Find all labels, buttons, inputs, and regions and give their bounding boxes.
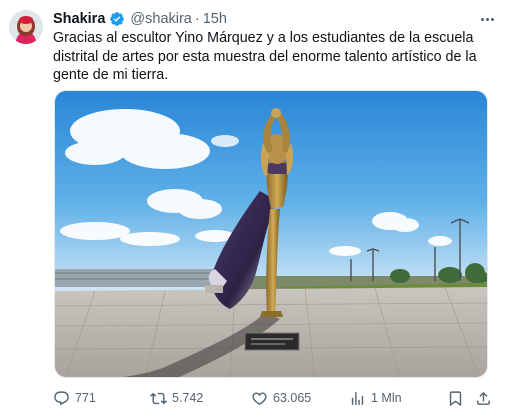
separator-dot: · (194, 11, 200, 27)
timestamp[interactable]: 15h (203, 11, 227, 27)
statue-photo (55, 91, 487, 377)
avatar-image (9, 10, 43, 44)
more-icon[interactable] (476, 9, 498, 29)
verified-badge-icon (109, 11, 125, 27)
tweet-header: Shakira @shakira · 15h (53, 9, 227, 29)
reply-count: 771 (75, 391, 96, 405)
tweet[interactable]: Shakira @shakira · 15h Gracias al escult… (0, 0, 512, 417)
author-handle[interactable]: @shakira (130, 11, 191, 27)
view-count: 1 Mln (371, 391, 402, 405)
repost-icon (150, 392, 167, 404)
repost-count: 5.742 (172, 391, 204, 405)
reply-button[interactable]: 771 (53, 386, 96, 410)
author-name[interactable]: Shakira (53, 11, 105, 27)
like-count: 63.065 (273, 391, 312, 405)
repost-button[interactable]: 5.742 (150, 386, 203, 410)
reply-icon (54, 390, 69, 405)
share-button[interactable] (475, 386, 492, 410)
tweet-text: Gracias al escultor Yino Márquez y a los… (53, 30, 477, 83)
share-icon (477, 391, 490, 405)
bookmark-button[interactable] (447, 386, 464, 410)
action-bar: 771 5.742 63.065 1 Mln (53, 386, 499, 410)
views-icon (351, 391, 364, 405)
like-button[interactable]: 63.065 (251, 386, 311, 410)
tweet-photo[interactable] (54, 90, 488, 378)
bookmark-icon (449, 390, 462, 406)
like-icon (252, 391, 267, 405)
avatar[interactable] (9, 10, 43, 44)
views-button[interactable]: 1 Mln (349, 386, 402, 410)
